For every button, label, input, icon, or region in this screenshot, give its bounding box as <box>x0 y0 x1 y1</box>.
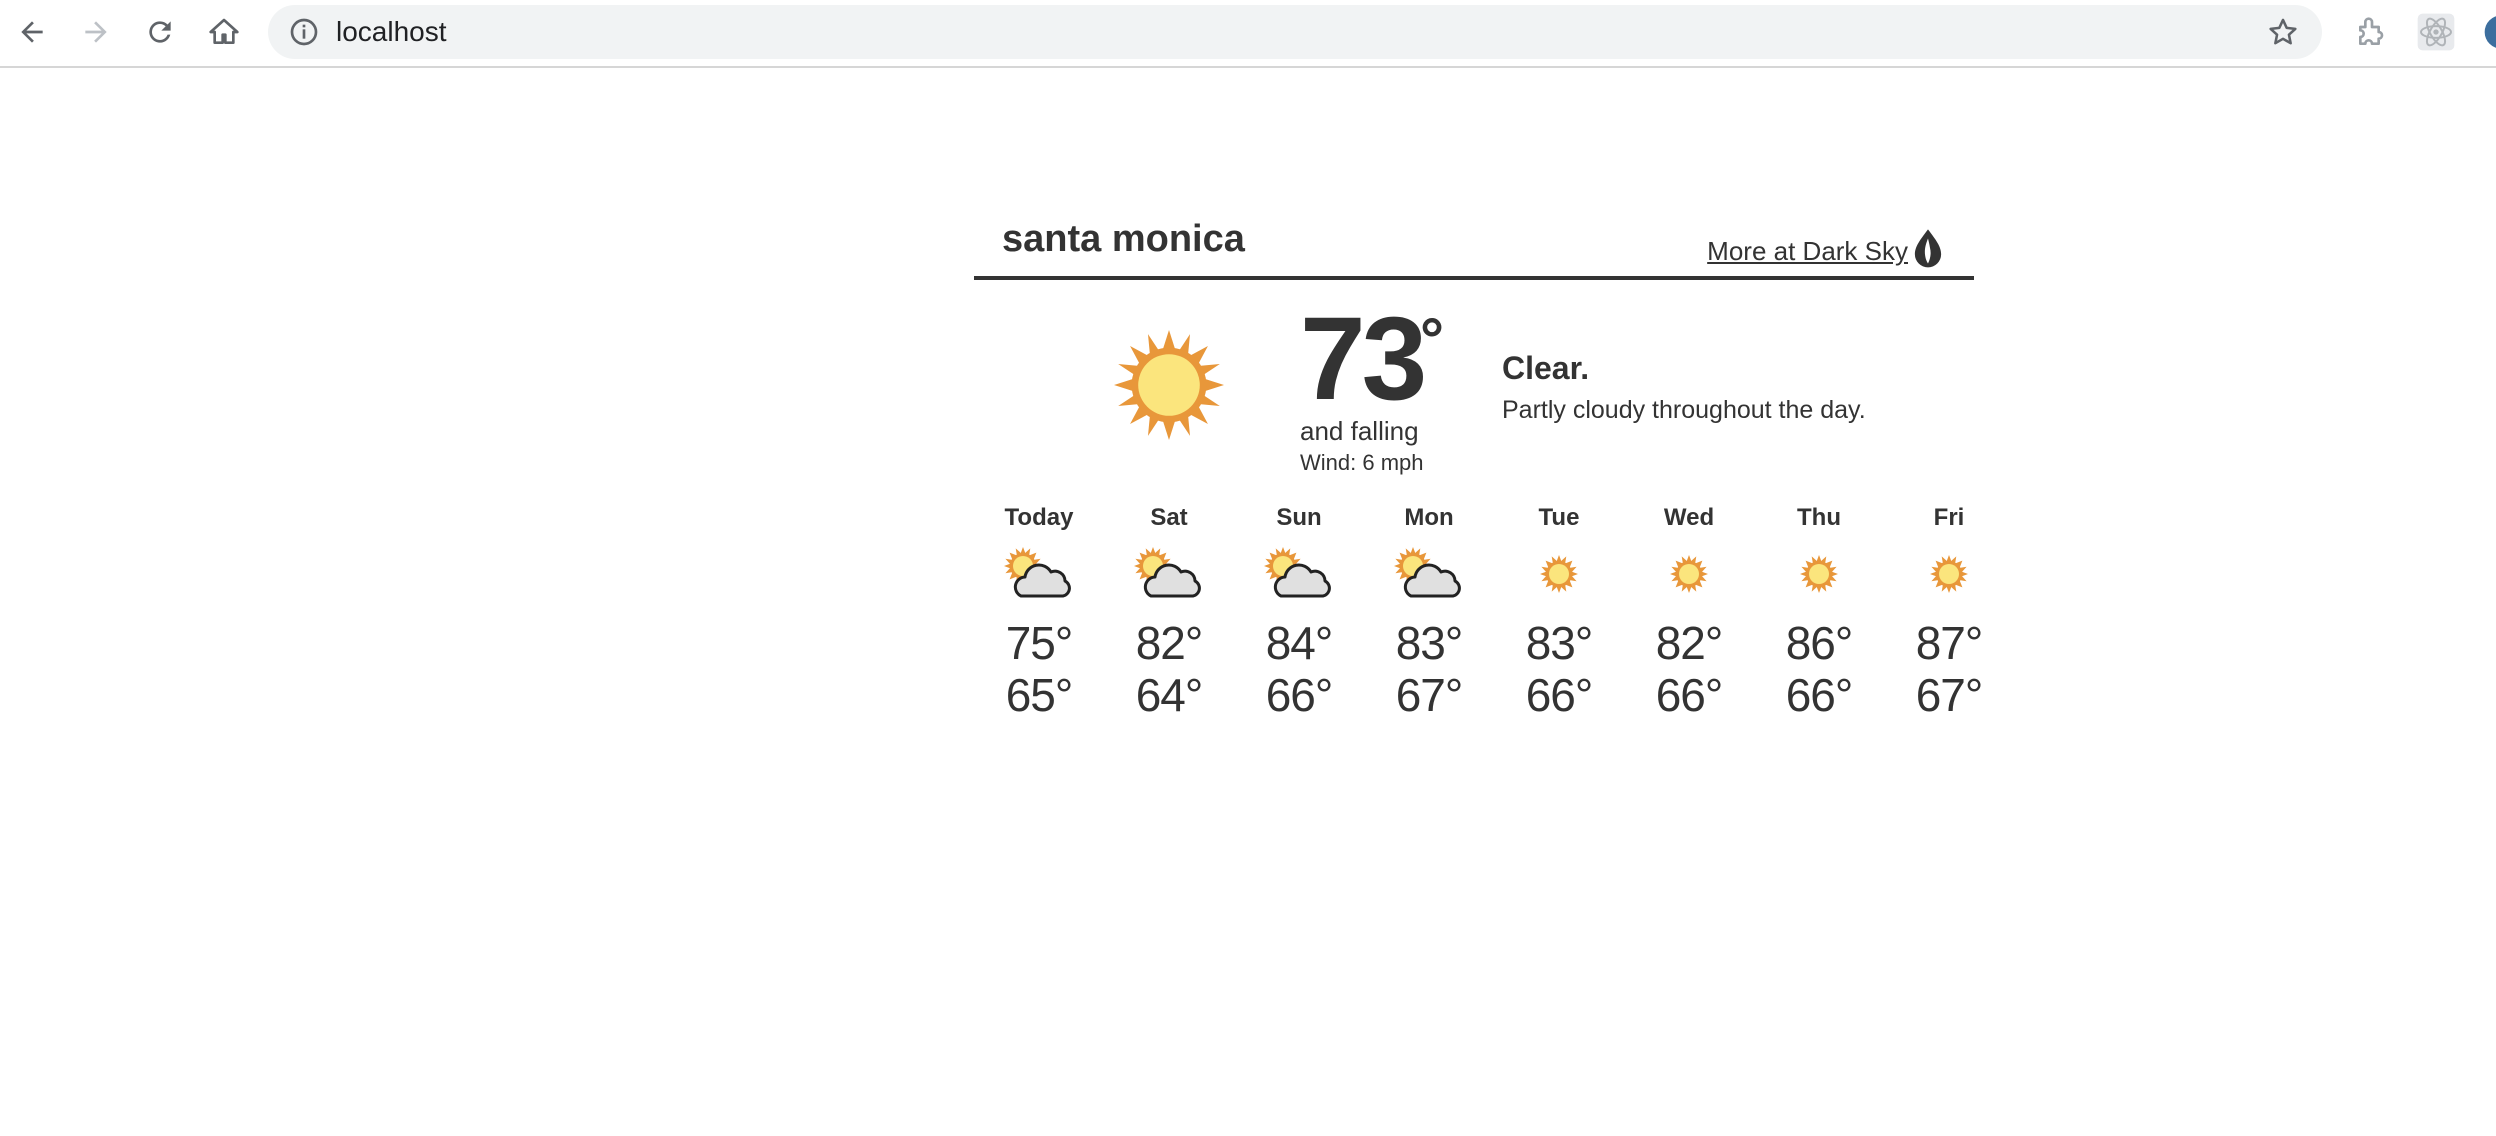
forecast-day: Mon 83° 67° <box>1364 500 1494 730</box>
location-title: santa monica <box>1002 218 1245 260</box>
high-temperature: 83° <box>1525 617 1594 669</box>
high-temperature: 84° <box>1265 617 1334 669</box>
more-at-dark-sky-link[interactable]: More at Dark Sky <box>1707 236 1908 267</box>
high-temperature: 75° <box>1005 617 1074 669</box>
high-temperature: 86° <box>1785 617 1854 669</box>
day-label: Sun <box>1276 504 1322 531</box>
low-temperature: 67° <box>1395 669 1464 721</box>
low-temperature: 64° <box>1135 669 1204 721</box>
day-label: Mon <box>1404 504 1454 531</box>
forward-button[interactable] <box>76 12 116 52</box>
bookmark-star-icon[interactable] <box>2266 15 2300 49</box>
partly-cloudy-day-icon <box>1131 544 1207 604</box>
day-label: Fri <box>1933 504 1965 531</box>
arrow-left-icon <box>21 21 43 43</box>
url-text[interactable]: localhost <box>336 5 447 59</box>
low-temperature: 66° <box>1785 669 1854 721</box>
home-icon <box>209 18 239 44</box>
forecast-day: Sat 82° 64° <box>1104 500 1234 730</box>
home-button[interactable] <box>204 12 244 52</box>
clear-day-icon <box>1781 544 1857 604</box>
dark-sky-logo-icon[interactable] <box>1912 228 1944 270</box>
clear-day-icon <box>1114 330 1224 440</box>
day-label: Tue <box>1538 504 1580 531</box>
browser-toolbar: localhost <box>0 0 2496 68</box>
forecast-row: Today 75° 65° Sat 82° 64° Sun 84° 66° Mo… <box>974 500 1983 730</box>
partly-cloudy-day-icon <box>1001 544 1077 604</box>
low-temperature: 66° <box>1265 669 1334 721</box>
degree-symbol: ° <box>1420 306 1444 373</box>
forecast-day: Fri 87° 67° <box>1884 500 2014 730</box>
clear-day-icon <box>1911 544 1987 604</box>
low-temperature: 67° <box>1915 669 1984 721</box>
temperature-trend: and falling <box>1300 416 1419 446</box>
high-temperature: 87° <box>1915 617 1984 669</box>
info-icon[interactable] <box>288 16 320 48</box>
current-summary: Clear. <box>1502 350 1590 386</box>
partly-cloudy-day-icon <box>1261 544 1337 604</box>
forecast-day: Tue 83° 66° <box>1494 500 1624 730</box>
weather-widget: santa monica More at Dark Sky 73 ° and f… <box>974 200 1983 740</box>
reload-icon <box>149 21 171 43</box>
partly-cloudy-day-icon <box>1391 544 1467 604</box>
low-temperature: 65° <box>1005 669 1074 721</box>
clear-day-icon <box>1521 544 1597 604</box>
back-button[interactable] <box>12 12 52 52</box>
day-label: Sat <box>1150 504 1188 531</box>
react-devtools-icon[interactable] <box>2416 12 2456 52</box>
day-label: Today <box>1004 504 1074 531</box>
high-temperature: 82° <box>1135 617 1204 669</box>
forecast-day: Thu 86° 66° <box>1754 500 1884 730</box>
forecast-day: Sun 84° 66° <box>1234 500 1364 730</box>
low-temperature: 66° <box>1655 669 1724 721</box>
reload-button[interactable] <box>140 12 180 52</box>
forecast-day: Today 75° 65° <box>974 500 1104 730</box>
profile-avatar-icon[interactable] <box>2480 12 2496 52</box>
day-label: Thu <box>1797 504 1841 531</box>
day-label: Wed <box>1663 504 1715 531</box>
widget-header: santa monica More at Dark Sky <box>974 200 1974 280</box>
high-temperature: 82° <box>1655 617 1724 669</box>
arrow-right-icon <box>85 21 107 43</box>
daily-description: Partly cloudy throughout the day. <box>1502 396 1866 424</box>
clear-day-icon <box>1651 544 1727 604</box>
address-bar[interactable]: localhost <box>268 5 2322 59</box>
low-temperature: 66° <box>1525 669 1594 721</box>
extension-puzzle-icon[interactable] <box>2352 12 2392 52</box>
current-temperature: 73 <box>1300 293 1427 425</box>
forecast-day: Wed 82° 66° <box>1624 500 1754 730</box>
wind-speed: Wind: 6 mph <box>1300 450 1424 475</box>
high-temperature: 83° <box>1395 617 1464 669</box>
